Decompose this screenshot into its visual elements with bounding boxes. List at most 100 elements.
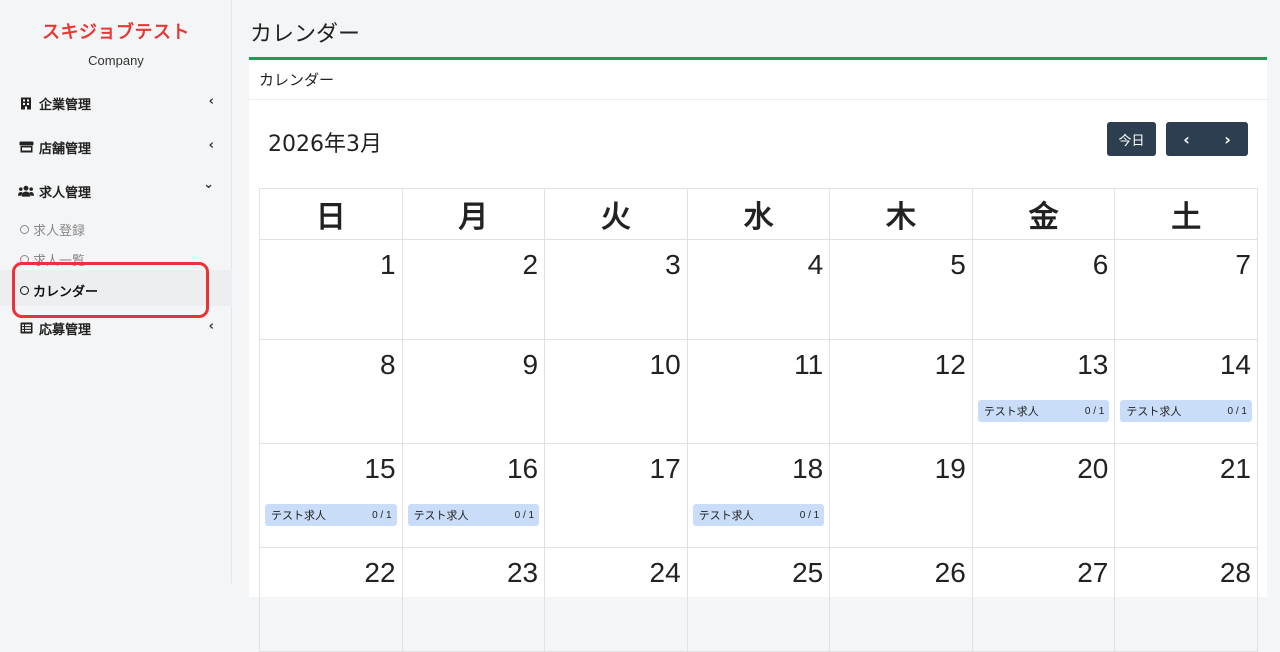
- sidebar-item-store-management[interactable]: 店舗管理 ‹: [18, 135, 218, 159]
- weekday-header: 月: [401, 188, 546, 240]
- day-number: 8: [379, 349, 396, 380]
- users-icon: [18, 184, 34, 198]
- calendar-day-cell[interactable]: 12: [829, 339, 973, 444]
- day-number: 3: [665, 249, 681, 280]
- event-count: 0 / 1: [1227, 405, 1247, 417]
- weekday-header-row: 日月火水木金土: [259, 188, 1258, 240]
- calendar-card: カレンダー 2026年3月 今日 ‹ › 日月火水木金土 1 2 3 4 5 6 7 8 9 10…: [249, 57, 1267, 652]
- sidebar-subitem-label: 求人登録: [33, 223, 86, 239]
- annotation-highlight-box: [12, 262, 209, 318]
- calendar-day-cell[interactable]: 22: [259, 547, 403, 652]
- chevron-right-icon: ›: [1224, 129, 1231, 149]
- day-number: 5: [950, 249, 966, 280]
- calendar-day-cell[interactable]: 27: [971, 547, 1116, 652]
- sidebar-item-label: 企業管理: [39, 97, 92, 113]
- calendar-week-row: 8 9 10 11 12 13 テスト求人 0 / 1 14 テスト求人 0 / 1: [259, 339, 1258, 444]
- day-number: 10: [649, 349, 681, 380]
- day-number: 2: [522, 249, 539, 280]
- sidebar-subitem-job-register[interactable]: 求人登録: [20, 219, 85, 239]
- today-button[interactable]: 今日: [1107, 122, 1156, 156]
- calendar-day-cell[interactable]: 13 テスト求人 0 / 1: [971, 339, 1116, 444]
- day-number: 1: [379, 249, 396, 280]
- day-number: 18: [792, 453, 824, 484]
- sidebar-item-application-management[interactable]: 応募管理 ‹: [18, 316, 218, 340]
- calendar-day-cell[interactable]: 1: [259, 239, 403, 340]
- calendar-day-cell[interactable]: 23: [401, 547, 546, 652]
- brand-name[interactable]: スキジョブテスト: [0, 18, 232, 44]
- building-icon: [18, 96, 34, 110]
- page-title: カレンダー: [250, 22, 361, 47]
- calendar-day-cell[interactable]: 10: [544, 339, 688, 444]
- calendar-day-cell[interactable]: 25: [686, 547, 831, 652]
- month-nav-group: ‹ ›: [1166, 122, 1248, 156]
- event-count: 0 / 1: [799, 509, 820, 521]
- day-number: 15: [364, 453, 396, 484]
- calendar-event[interactable]: テスト求人 0 / 1: [407, 504, 540, 526]
- next-month-button[interactable]: ›: [1207, 122, 1248, 156]
- calendar-week-row: 1 2 3 4 5 6 7: [259, 239, 1258, 340]
- calendar-day-cell[interactable]: 6: [971, 239, 1116, 340]
- weekday-header: 金: [971, 188, 1116, 240]
- calendar-day-cell[interactable]: 9: [401, 339, 546, 444]
- company-label: Company: [88, 53, 144, 68]
- sidebar-item-label: 求人管理: [39, 185, 92, 201]
- circle-icon: [20, 224, 29, 234]
- calendar-day-cell[interactable]: 15 テスト求人 0 / 1: [259, 443, 403, 548]
- calendar-day-cell[interactable]: 11: [686, 339, 831, 444]
- sidebar-item-label: 応募管理: [39, 322, 92, 338]
- calendar-day-cell[interactable]: 8: [259, 339, 403, 444]
- day-number: 17: [649, 453, 681, 484]
- weekday-header: 日: [259, 188, 403, 240]
- day-number: 4: [807, 249, 824, 280]
- chevron-left-icon: ‹: [208, 319, 214, 334]
- calendar-event[interactable]: テスト求人 0 / 1: [1120, 400, 1252, 422]
- calendar-day-cell[interactable]: 18 テスト求人 0 / 1: [686, 443, 831, 548]
- sidebar-item-label: 店舗管理: [39, 141, 92, 157]
- calendar-day-cell[interactable]: 2: [401, 239, 546, 340]
- calendar-day-cell[interactable]: 21: [1114, 443, 1258, 548]
- calendar-day-cell[interactable]: 5: [829, 239, 973, 340]
- calendar-grid: 日月火水木金土 1 2 3 4 5 6 7 8 9 10 11 12 13 テスト求人 0 / 1 14 テスト…: [259, 188, 1258, 652]
- calendar-day-cell[interactable]: 20: [971, 443, 1116, 548]
- day-number: 20: [1077, 453, 1109, 484]
- calendar-event[interactable]: テスト求人 0 / 1: [265, 504, 397, 526]
- chevron-left-icon: ‹: [1183, 129, 1190, 149]
- day-number: 12: [934, 349, 966, 380]
- day-number: 16: [506, 453, 539, 484]
- calendar-day-cell[interactable]: 14 テスト求人 0 / 1: [1114, 339, 1258, 444]
- calendar-day-cell[interactable]: 17: [544, 443, 688, 548]
- chevron-left-icon: ‹: [208, 138, 214, 153]
- sidebar: スキジョブテスト Company 企業管理 ‹ 店舗管理 ‹ 求人管理 ⌄ 求人…: [0, 0, 232, 583]
- calendar-day-cell[interactable]: 19: [829, 443, 973, 548]
- event-name: テスト求人: [413, 509, 469, 522]
- list-icon: [18, 321, 34, 335]
- event-name: テスト求人: [271, 509, 326, 522]
- event-count: 0 / 1: [514, 509, 535, 521]
- sidebar-item-company-management[interactable]: 企業管理 ‹: [18, 91, 218, 115]
- chevron-down-icon: ⌄: [203, 177, 214, 192]
- event-name: テスト求人: [983, 405, 1039, 418]
- day-number: 13: [1077, 349, 1109, 380]
- chevron-left-icon: ‹: [208, 94, 214, 109]
- sidebar-item-job-management[interactable]: 求人管理 ⌄: [18, 177, 218, 203]
- day-number: 11: [794, 349, 824, 380]
- calendar-week-row: 15 テスト求人 0 / 1 16 テスト求人 0 / 1 17 18 テスト求人 0 / 1 19…: [259, 443, 1258, 548]
- calendar-day-cell[interactable]: 4: [686, 239, 831, 340]
- calendar-day-cell[interactable]: 26: [829, 547, 973, 652]
- calendar-event[interactable]: テスト求人 0 / 1: [692, 504, 825, 526]
- calendar-day-cell[interactable]: 28: [1114, 547, 1258, 652]
- month-title: 2026年3月: [268, 132, 382, 157]
- calendar-day-cell[interactable]: 16 テスト求人 0 / 1: [401, 443, 546, 548]
- calendar-event[interactable]: テスト求人 0 / 1: [977, 400, 1110, 422]
- calendar-day-cell[interactable]: 7: [1114, 239, 1258, 340]
- event-name: テスト求人: [698, 509, 754, 522]
- weekday-header: 木: [829, 188, 973, 240]
- day-number: 21: [1219, 453, 1251, 484]
- calendar-day-cell[interactable]: 3: [544, 239, 688, 340]
- event-name: テスト求人: [1126, 405, 1182, 418]
- event-count: 0 / 1: [372, 509, 392, 521]
- calendar-day-cell[interactable]: 24: [544, 547, 688, 652]
- day-number: 19: [934, 453, 966, 484]
- day-number: 7: [1235, 249, 1251, 280]
- prev-month-button[interactable]: ‹: [1166, 122, 1207, 156]
